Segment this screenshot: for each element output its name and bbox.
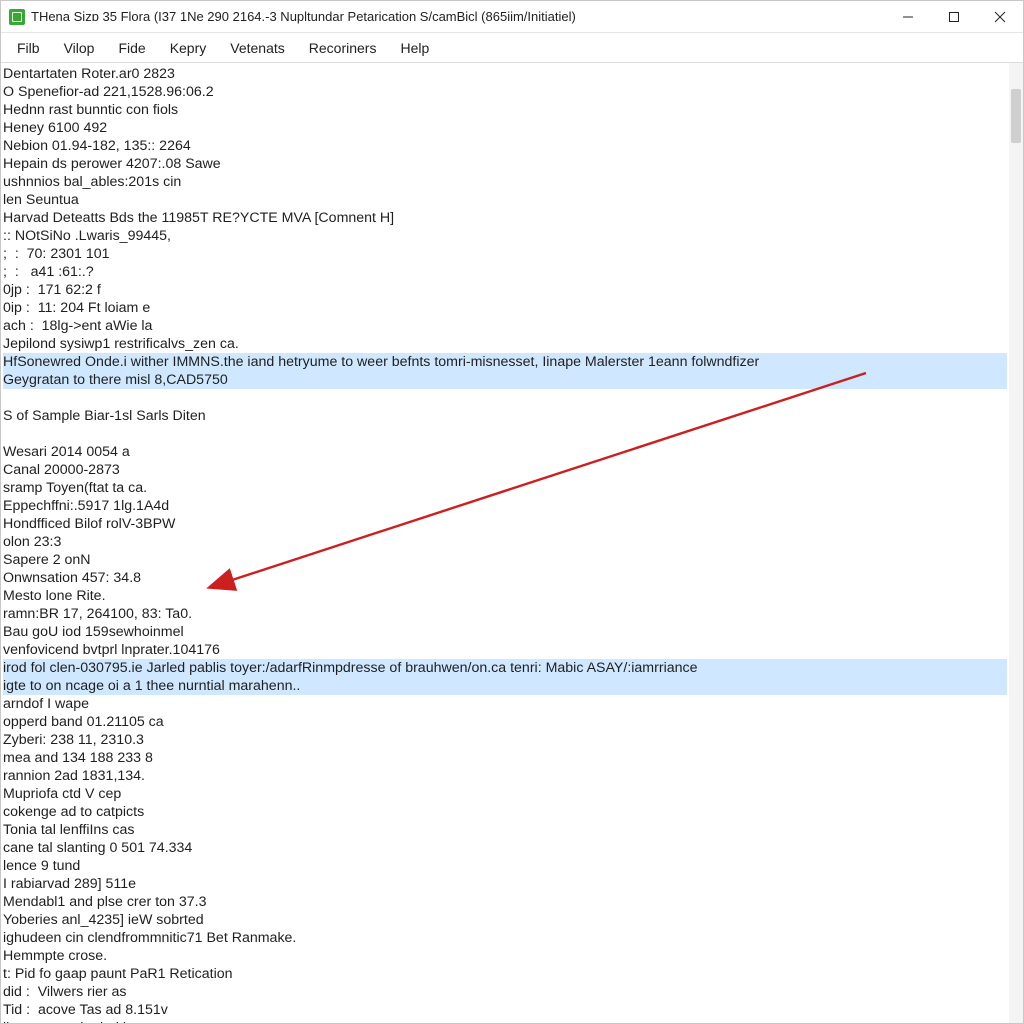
text-line[interactable]: Jepilond sysiwp1 restrificalvs_zen ca. xyxy=(3,335,1007,353)
minimize-button[interactable] xyxy=(885,1,931,32)
text-line[interactable]: Canal 20000-2873 xyxy=(3,461,1007,479)
text-line[interactable]: Wesari 2014 0054 a xyxy=(3,443,1007,461)
text-line[interactable]: olon 23:3 xyxy=(3,533,1007,551)
menu-kepry[interactable]: Kepry xyxy=(158,36,219,60)
text-line[interactable]: S of Sample Biar-1sl Sarls Diten xyxy=(3,407,1007,425)
text-line[interactable]: Yoberies anl_4235] ieW sobrted xyxy=(3,911,1007,929)
text-line[interactable]: cane tal slanting 0 501 74.334 xyxy=(3,839,1007,857)
text-line[interactable]: Hemmpte crose. xyxy=(3,947,1007,965)
app-icon xyxy=(9,9,25,25)
text-line[interactable]: cokenge ad to catpicts xyxy=(3,803,1007,821)
scrollbar-thumb[interactable] xyxy=(1011,89,1021,143)
text-line[interactable]: Harvad Deteatts Bds the 11985T RE?YCTE M… xyxy=(3,209,1007,227)
text-line[interactable]: rannion 2ad 1831,134. xyxy=(3,767,1007,785)
text-line[interactable]: ramn:BR 17, 264100, 83: Ta0. xyxy=(3,605,1007,623)
text-line[interactable]: ; : 70: 2301 101 xyxy=(3,245,1007,263)
text-line[interactable]: ushnnios bal_ables:201s cin xyxy=(3,173,1007,191)
text-line[interactable]: opperd band 01.21105 ca xyxy=(3,713,1007,731)
text-line[interactable]: len Seuntua xyxy=(3,191,1007,209)
text-line[interactable]: 0ip : 11: 204 Ft loiam e xyxy=(3,299,1007,317)
menu-vetenats[interactable]: Vetenats xyxy=(218,36,297,60)
text-line[interactable]: Hednn rast bunntic con fiols xyxy=(3,101,1007,119)
content-area: Dentartaten Roter.ar0 2823O Spenefior-ad… xyxy=(1,63,1023,1023)
text-line[interactable]: Onwnsation 457: 34.8 xyxy=(3,569,1007,587)
highlighted-line[interactable]: igte to on ncage oi a 1 thee nurntial ma… xyxy=(3,677,1007,695)
window-controls xyxy=(885,1,1023,32)
text-line[interactable]: mea and 134 188 233 8 xyxy=(3,749,1007,767)
close-icon xyxy=(994,11,1006,23)
text-line[interactable] xyxy=(3,425,1007,443)
maximize-button[interactable] xyxy=(931,1,977,32)
text-line[interactable]: did : Vilwers rier as xyxy=(3,983,1007,1001)
text-line[interactable]: t: Pid fo gaap paunt PaR1 Retication xyxy=(3,965,1007,983)
text-line[interactable]: O Spenefior-ad 221,1528.96:06.2 xyxy=(3,83,1007,101)
vertical-scrollbar[interactable] xyxy=(1009,63,1023,1023)
text-line[interactable]: ach : 18lg->ent aWie la xyxy=(3,317,1007,335)
text-line[interactable]: ; : a41 :61:.? xyxy=(3,263,1007,281)
text-line[interactable]: Nebion 01.94-182, 135:: 2264 xyxy=(3,137,1007,155)
text-line[interactable]: Zyberi: 238 11, 2310.3 xyxy=(3,731,1007,749)
app-window: THena Sizɒ 35 Flora (I37 1Ne 290 2164.-3… xyxy=(0,0,1024,1024)
menu-fide[interactable]: Fide xyxy=(106,36,157,60)
menu-help[interactable]: Help xyxy=(388,36,441,60)
titlebar[interactable]: THena Sizɒ 35 Flora (I37 1Ne 290 2164.-3… xyxy=(1,1,1023,33)
text-line[interactable]: ighudeen cin clendfrommnitic71 Bet Ranma… xyxy=(3,929,1007,947)
maximize-icon xyxy=(948,11,960,23)
text-line[interactable]: Bau goU iod 159sewhoinmel xyxy=(3,623,1007,641)
text-line[interactable]: Heney 6100 492 xyxy=(3,119,1007,137)
text-line[interactable]: Hepain ds perower 4207:.08 Sawe xyxy=(3,155,1007,173)
highlighted-line[interactable]: irod fol clen-030795.ie Jarled pablis to… xyxy=(3,659,1007,677)
close-button[interactable] xyxy=(977,1,1023,32)
text-content[interactable]: Dentartaten Roter.ar0 2823O Spenefior-ad… xyxy=(1,63,1009,1023)
text-line[interactable]: :: NOtSiNo .Lwaris_99445, xyxy=(3,227,1007,245)
minimize-icon xyxy=(902,11,914,23)
text-line[interactable]: Dentartaten Roter.ar0 2823 xyxy=(3,65,1007,83)
text-line[interactable]: Tonia tal lenffiIns cas xyxy=(3,821,1007,839)
text-line[interactable]: 0jp : 171 62:2 f xyxy=(3,281,1007,299)
window-title: THena Sizɒ 35 Flora (I37 1Ne 290 2164.-3… xyxy=(31,9,885,24)
text-line[interactable]: sramp Toyen(ftat ta ca. xyxy=(3,479,1007,497)
text-line[interactable]: Mupriofa ctd V cep xyxy=(3,785,1007,803)
menu-filb[interactable]: Filb xyxy=(5,36,52,60)
text-line[interactable]: Sapere 2 onN xyxy=(3,551,1007,569)
highlighted-line[interactable]: Geygratan to there misl 8,CAD5750 xyxy=(3,371,1007,389)
text-line[interactable]: arndof I wape xyxy=(3,695,1007,713)
menu-vilop[interactable]: Vilop xyxy=(52,36,107,60)
text-line[interactable]: Tid : acove Tas ad 8.151v xyxy=(3,1001,1007,1019)
menubar: Filb Vilop Fide Kepry Vetenats Recoriner… xyxy=(1,33,1023,63)
highlighted-line[interactable]: HfSonewred Onde.i wither IMMNS.the iand … xyxy=(3,353,1007,371)
text-line[interactable]: Mendabl1 and plse crer ton 37.3 xyxy=(3,893,1007,911)
text-line[interactable]: Hondfficed Bilof rolV-3BPW xyxy=(3,515,1007,533)
text-line[interactable] xyxy=(3,389,1007,407)
text-line[interactable]: venfovicend bvtprl lnprater.104176 xyxy=(3,641,1007,659)
menu-recoriners[interactable]: Recoriners xyxy=(297,36,389,60)
text-line[interactable]: Eppechffni:.5917 1lg.1A4d xyxy=(3,497,1007,515)
text-line[interactable]: I rabiarvad 289] 511e xyxy=(3,875,1007,893)
text-line[interactable]: ilp : peteursbyried ipsay xyxy=(3,1019,1007,1023)
text-line[interactable]: Mesto lone Rite. xyxy=(3,587,1007,605)
text-line[interactable]: lence 9 tund xyxy=(3,857,1007,875)
